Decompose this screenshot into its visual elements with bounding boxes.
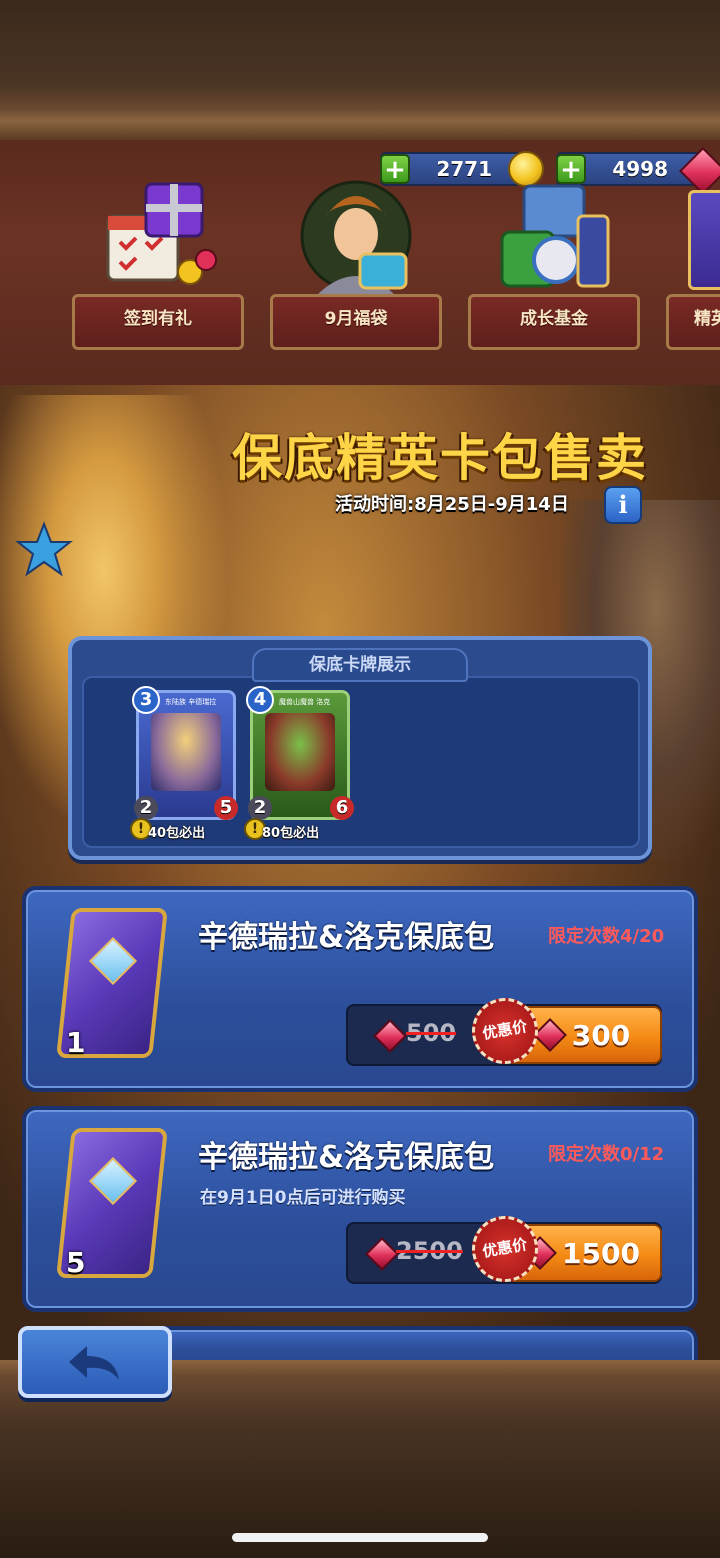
buy-price: 1500 (562, 1236, 640, 1270)
offer-limit: 限定次数0/12 (548, 1144, 665, 1165)
back-button[interactable] (18, 1326, 172, 1398)
showcase-tab: 保底卡牌展示 (252, 648, 468, 682)
card-attack: 2 (134, 796, 158, 820)
card-name: 东陆族 辛德瑞拉 (165, 698, 217, 706)
card-pack-image: 1 (50, 900, 170, 1072)
card-health: 6 (330, 796, 354, 820)
gift-calendar-icon (98, 176, 218, 296)
card-pack-image: 5 (50, 1120, 170, 1292)
original-price: 500 (406, 1019, 457, 1047)
home-indicator[interactable] (232, 1533, 488, 1542)
card-pack-icon (688, 190, 720, 290)
shop-item-monthly-bag[interactable]: 9月福袋 (270, 176, 442, 358)
top-wood-frame (0, 0, 720, 140)
pack-count: 5 (66, 1246, 86, 1279)
card-art (151, 713, 221, 791)
hero-portrait-icon (296, 176, 416, 296)
info-button[interactable]: i (604, 486, 642, 524)
card-cost: 3 (132, 686, 160, 714)
card-name: 魔兽山魔兽 洛克 (279, 698, 331, 706)
offer-note: 在9月1日0点后可进行购买 (200, 1188, 406, 1208)
shop-item-label: 签到有礼 (124, 309, 192, 329)
shop-item-signin[interactable]: 签到有礼 (72, 176, 244, 358)
card-guarantee-note: 80包必出 (262, 826, 320, 841)
card-cost: 4 (246, 686, 274, 714)
shop-item-elite[interactable]: 精英 (666, 176, 720, 358)
card-art (265, 713, 335, 791)
card-attack: 2 (248, 796, 272, 820)
shop-item-label: 成长基金 (520, 309, 588, 329)
event-title: 保底精英卡包售卖 (232, 429, 648, 487)
shop-item-label: 9月福袋 (324, 309, 388, 329)
shop-item-label: 精英 (694, 309, 720, 329)
gift-boxes-icon (494, 176, 614, 296)
event-date: 活动时间:8月25日-9月14日 (335, 494, 569, 515)
back-arrow-icon (69, 1346, 119, 1380)
card-health: 5 (214, 796, 238, 820)
shop-item-growth-fund[interactable]: 成长基金 (468, 176, 640, 358)
star-icon (14, 520, 74, 584)
pack-count: 1 (66, 1026, 86, 1059)
card-guarantee-note: 40包必出 (148, 826, 206, 841)
offer-name: 辛德瑞拉&洛克保底包 (198, 920, 495, 955)
offer-limit: 限定次数4/20 (548, 926, 665, 947)
offer-name: 辛德瑞拉&洛克保底包 (198, 1140, 495, 1175)
original-price: 2500 (396, 1237, 463, 1265)
buy-price: 300 (571, 1018, 631, 1052)
